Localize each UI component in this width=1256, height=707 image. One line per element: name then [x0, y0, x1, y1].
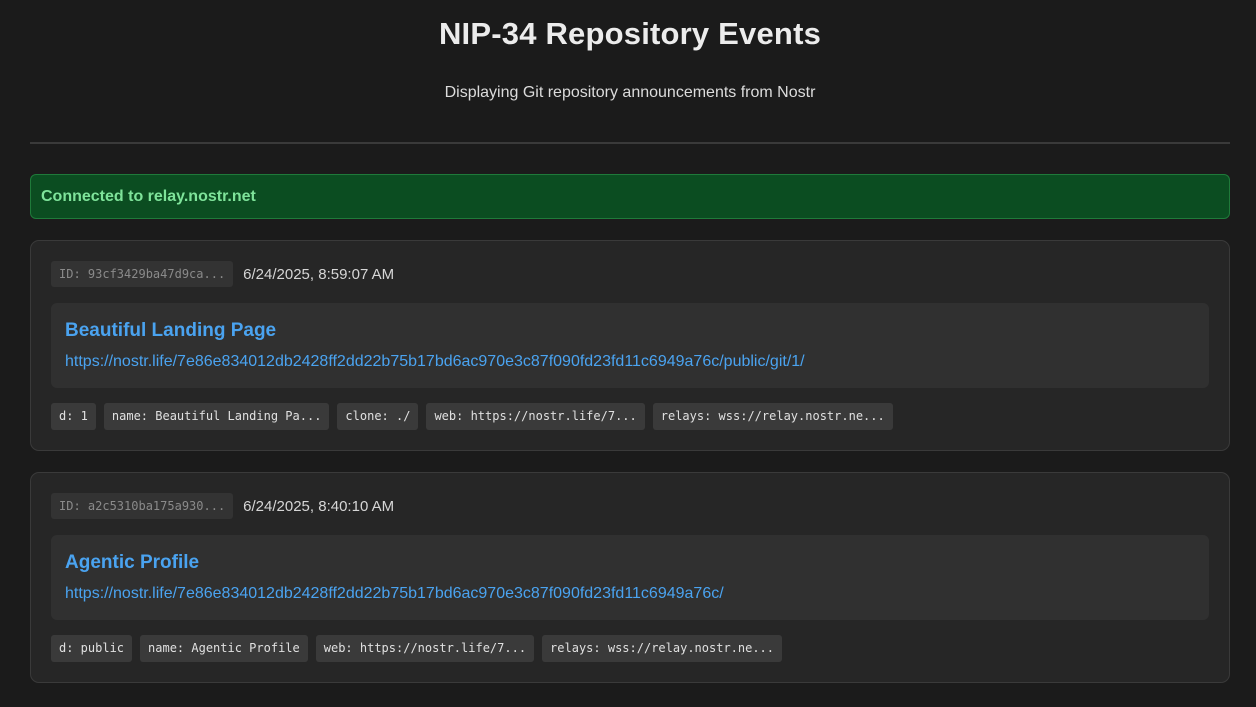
- event-date: 6/24/2025, 8:59:07 AM: [243, 265, 395, 283]
- tag-chip: web: https://nostr.life/7...: [426, 403, 645, 430]
- event-meta: ID: 93cf3429ba47d9ca... 6/24/2025, 8:59:…: [51, 261, 1209, 287]
- repo-url-link[interactable]: https://nostr.life/7e86e834012db2428ff2d…: [65, 352, 1195, 372]
- page-title: NIP-34 Repository Events: [438, 16, 822, 51]
- connection-status-banner: Connected to relay.nostr.net: [30, 174, 1230, 219]
- event-id-chip: ID: 93cf3429ba47d9ca...: [51, 261, 234, 287]
- event-tags: d: public name: Agentic Profile web: htt…: [51, 635, 1209, 662]
- event-content: Beautiful Landing Page https://nostr.lif…: [51, 303, 1209, 388]
- event-id-chip: ID: a2c5310ba175a930...: [51, 493, 234, 519]
- tag-chip: web: https://nostr.life/7...: [315, 635, 535, 662]
- tag-chip: name: Beautiful Landing Pa...: [103, 403, 330, 430]
- repo-name-link[interactable]: Agentic Profile: [65, 551, 1195, 575]
- event-tags: d: 1 name: Beautiful Landing Pa... clone…: [51, 403, 1209, 430]
- page-subtitle: Displaying Git repository announcements …: [444, 84, 816, 101]
- tag-chip: clone: ./: [337, 403, 419, 430]
- tag-chip: relays: wss://relay.nostr.ne...: [542, 635, 783, 662]
- tag-chip: name: Agentic Profile: [140, 635, 308, 662]
- event-meta: ID: a2c5310ba175a930... 6/24/2025, 8:40:…: [51, 493, 1209, 519]
- tag-chip: d: 1: [51, 403, 96, 430]
- tag-chip: relays: wss://relay.nostr.ne...: [652, 403, 893, 430]
- repository-event-card: ID: 93cf3429ba47d9ca... 6/24/2025, 8:59:…: [30, 240, 1230, 451]
- divider: [30, 142, 1230, 144]
- repo-name-link[interactable]: Beautiful Landing Page: [65, 319, 1195, 343]
- event-date: 6/24/2025, 8:40:10 AM: [243, 497, 395, 515]
- event-content: Agentic Profile https://nostr.life/7e86e…: [51, 535, 1209, 620]
- repository-event-card: ID: a2c5310ba175a930... 6/24/2025, 8:40:…: [30, 472, 1230, 683]
- page: NIP-34 Repository Events Displaying Git …: [0, 0, 1256, 707]
- tag-chip: d: public: [51, 635, 133, 662]
- repo-url-link[interactable]: https://nostr.life/7e86e834012db2428ff2d…: [65, 584, 1195, 604]
